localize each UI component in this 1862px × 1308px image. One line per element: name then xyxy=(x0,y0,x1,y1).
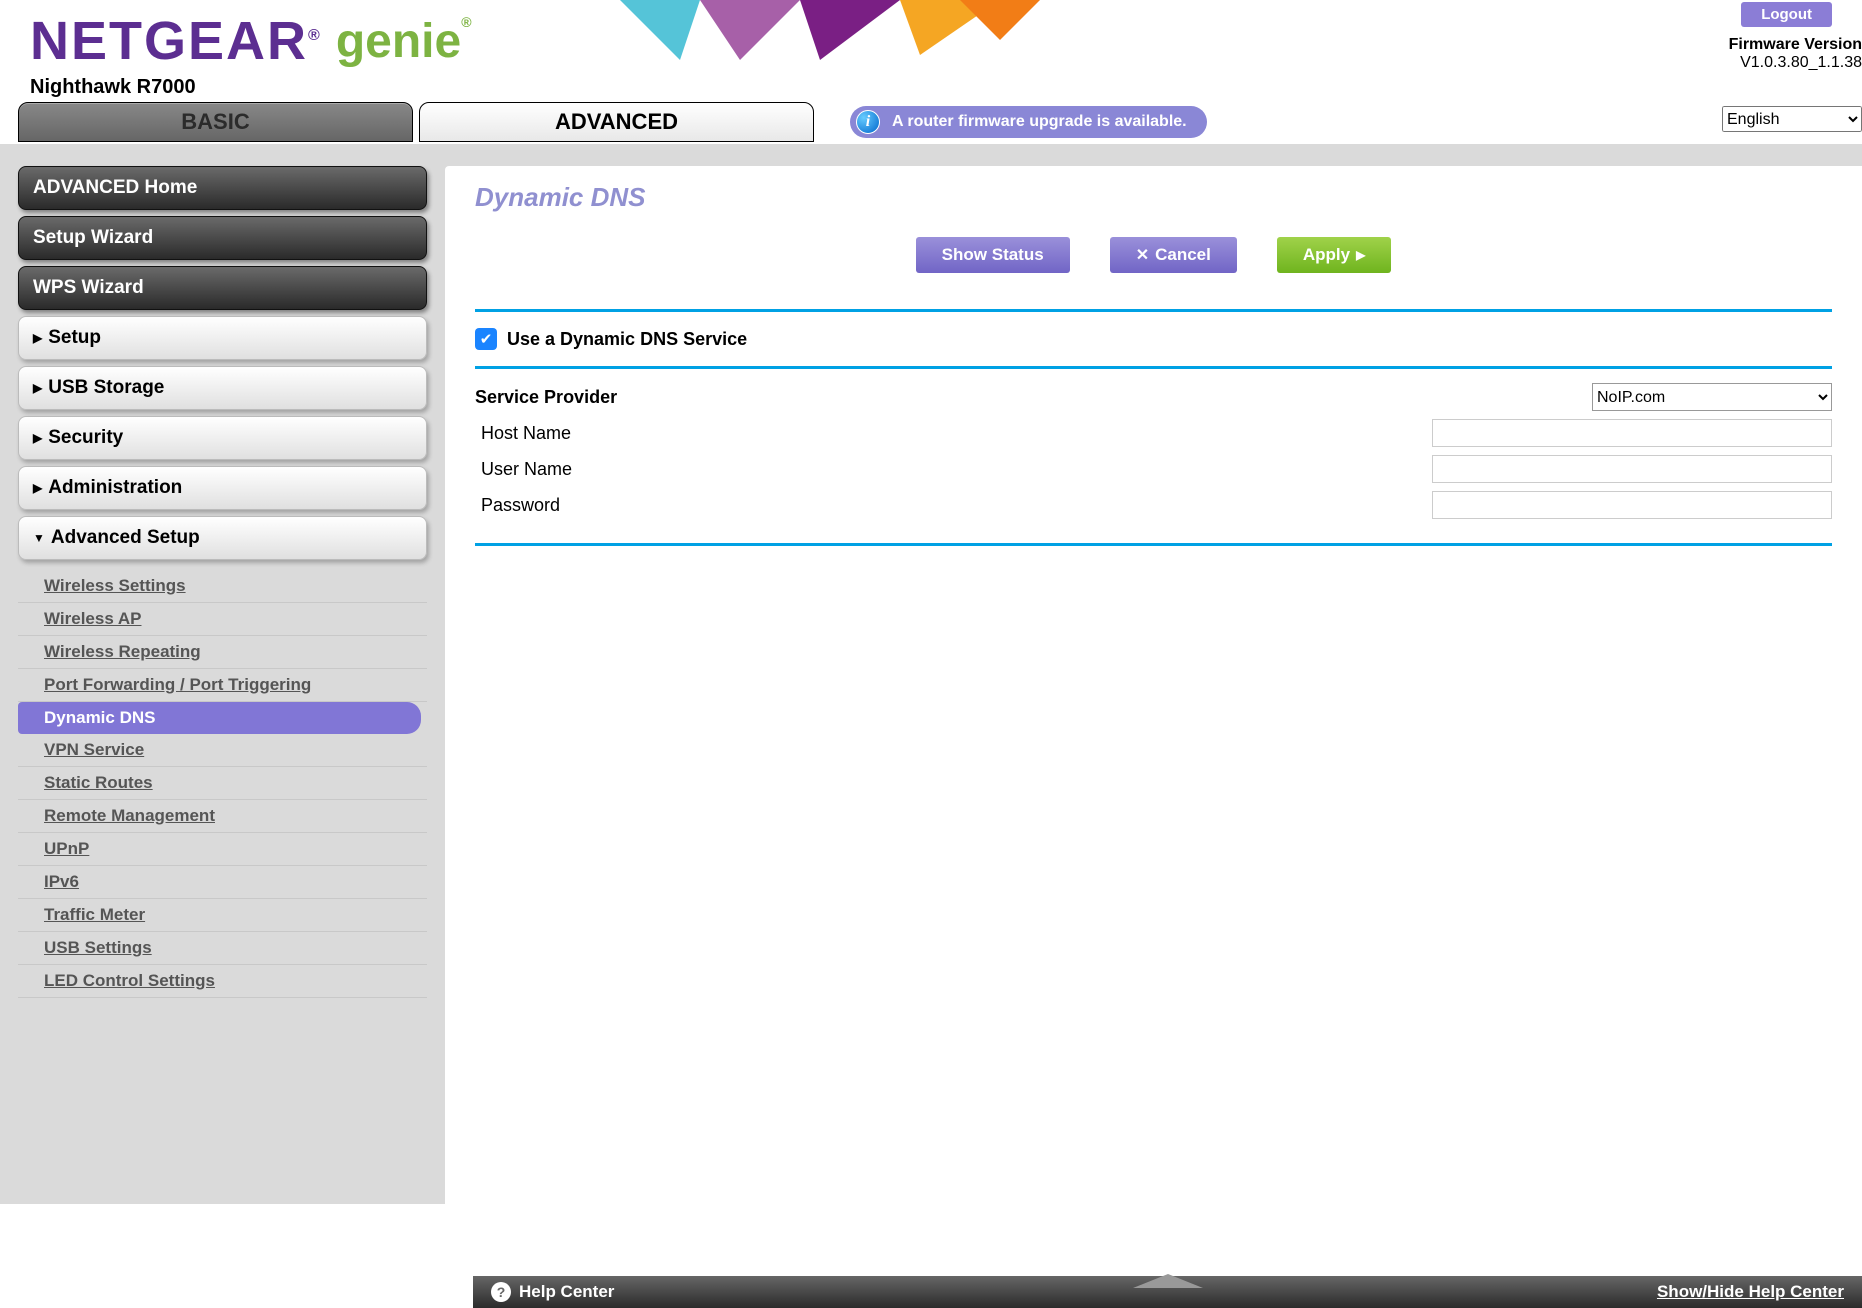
help-center-label: Help Center xyxy=(519,1282,614,1302)
service-provider-label: Service Provider xyxy=(475,387,1432,408)
close-icon: ✕ xyxy=(1136,245,1149,265)
logout-button[interactable]: Logout xyxy=(1741,2,1832,27)
subitem-wireless-repeating[interactable]: Wireless Repeating xyxy=(18,636,427,669)
subitem-vpn-service[interactable]: VPN Service xyxy=(18,734,427,767)
firmware-upgrade-text: A router firmware upgrade is available. xyxy=(892,113,1187,131)
subitem-static-routes[interactable]: Static Routes xyxy=(18,767,427,800)
subitem-port-forwarding[interactable]: Port Forwarding / Port Triggering xyxy=(18,669,427,702)
password-input[interactable] xyxy=(1432,491,1832,519)
sidebar-section-administration[interactable]: ▶Administration xyxy=(18,466,427,510)
content-panel: Dynamic DNS Show Status ✕Cancel Apply▶ ✔… xyxy=(445,166,1862,1204)
password-row: Password xyxy=(475,487,1832,523)
drag-handle-icon xyxy=(1133,1274,1203,1288)
subitem-led-control[interactable]: LED Control Settings xyxy=(18,965,427,998)
chevron-right-icon: ▶ xyxy=(33,431,42,445)
main-area: ADVANCED Home Setup Wizard WPS Wizard ▶S… xyxy=(0,144,1862,1204)
subitem-dynamic-dns[interactable]: Dynamic DNS xyxy=(18,702,421,734)
page-title: Dynamic DNS xyxy=(475,182,1832,213)
sidebar-wps-wizard[interactable]: WPS Wizard xyxy=(18,266,427,310)
chevron-down-icon: ▼ xyxy=(33,531,45,545)
sidebar-setup-wizard[interactable]: Setup Wizard xyxy=(18,216,427,260)
user-name-input[interactable] xyxy=(1432,455,1832,483)
service-provider-row: Service Provider NoIP.com xyxy=(475,379,1832,415)
host-name-row: Host Name xyxy=(475,415,1832,451)
firmware-upgrade-notice[interactable]: i A router firmware upgrade is available… xyxy=(850,106,1207,138)
user-name-label: User Name xyxy=(475,459,1432,480)
subitem-usb-settings[interactable]: USB Settings xyxy=(18,932,427,965)
header: NETGEAR® genie® Nighthawk R7000 Logout F… xyxy=(0,0,1862,100)
use-ddns-label: Use a Dynamic DNS Service xyxy=(507,329,747,350)
sidebar-advanced-home[interactable]: ADVANCED Home xyxy=(18,166,427,210)
chevron-right-icon: ▶ xyxy=(33,331,42,345)
subitem-remote-management[interactable]: Remote Management xyxy=(18,800,427,833)
play-icon: ▶ xyxy=(1356,248,1365,262)
info-icon: i xyxy=(856,110,880,134)
host-name-label: Host Name xyxy=(475,423,1432,444)
divider xyxy=(475,366,1832,369)
password-label: Password xyxy=(475,495,1432,516)
chevron-right-icon: ▶ xyxy=(33,481,42,495)
tab-advanced[interactable]: ADVANCED xyxy=(419,102,814,142)
subitem-wireless-ap[interactable]: Wireless AP xyxy=(18,603,427,636)
button-row: Show Status ✕Cancel Apply▶ xyxy=(475,237,1832,273)
sidebar-section-security[interactable]: ▶Security xyxy=(18,416,427,460)
chevron-right-icon: ▶ xyxy=(33,381,42,395)
host-name-input[interactable] xyxy=(1432,419,1832,447)
genie-logo: genie® xyxy=(336,14,472,69)
use-ddns-checkbox[interactable]: ✔ xyxy=(475,328,497,350)
firmware-version-label: Firmware Version xyxy=(1729,36,1862,54)
sidebar-section-advanced-setup[interactable]: ▼Advanced Setup xyxy=(18,516,427,560)
subitem-wireless-settings[interactable]: Wireless Settings xyxy=(18,570,427,603)
subitem-traffic-meter[interactable]: Traffic Meter xyxy=(18,899,427,932)
toggle-help-link[interactable]: Show/Hide Help Center xyxy=(1657,1282,1844,1302)
divider xyxy=(475,309,1832,312)
sidebar-section-setup[interactable]: ▶Setup xyxy=(18,316,427,360)
firmware-version: Firmware Version V1.0.3.80_1.1.38 xyxy=(1729,36,1862,72)
sidebar-section-usb-storage[interactable]: ▶USB Storage xyxy=(18,366,427,410)
user-name-row: User Name xyxy=(475,451,1832,487)
cancel-button[interactable]: ✕Cancel xyxy=(1110,237,1237,273)
tab-row: BASIC ADVANCED i A router firmware upgra… xyxy=(0,100,1862,144)
show-status-button[interactable]: Show Status xyxy=(916,237,1070,273)
decorative-triangles-icon xyxy=(620,0,1100,60)
model-label: Nighthawk R7000 xyxy=(30,76,1832,99)
help-center-bar[interactable]: ? Help Center Show/Hide Help Center xyxy=(473,1276,1862,1308)
help-icon: ? xyxy=(491,1282,511,1302)
netgear-logo: NETGEAR® xyxy=(30,10,322,72)
tab-basic[interactable]: BASIC xyxy=(18,102,413,142)
language-select[interactable]: English xyxy=(1722,106,1862,132)
advanced-setup-submenu: Wireless Settings Wireless AP Wireless R… xyxy=(18,566,427,1002)
subitem-ipv6[interactable]: IPv6 xyxy=(18,866,427,899)
divider xyxy=(475,543,1832,546)
use-ddns-row: ✔ Use a Dynamic DNS Service xyxy=(475,322,1832,356)
apply-button[interactable]: Apply▶ xyxy=(1277,237,1391,273)
subitem-upnp[interactable]: UPnP xyxy=(18,833,427,866)
sidebar: ADVANCED Home Setup Wizard WPS Wizard ▶S… xyxy=(0,144,445,1204)
service-provider-select[interactable]: NoIP.com xyxy=(1592,383,1832,411)
firmware-version-value: V1.0.3.80_1.1.38 xyxy=(1729,54,1862,72)
